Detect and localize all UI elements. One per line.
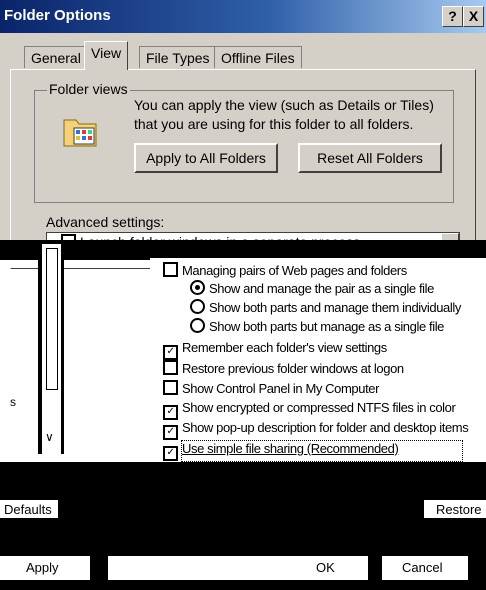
tab-offline-files[interactable]: Offline Files	[214, 46, 302, 68]
folder-icon	[62, 112, 102, 153]
reset-all-folders-button[interactable]: Reset All Folders	[298, 143, 442, 173]
tab-general[interactable]: General	[24, 46, 88, 68]
gap-slab	[108, 556, 300, 580]
radio-button[interactable]	[190, 280, 205, 295]
folder-views-legend: Folder views	[47, 81, 130, 97]
list-item[interactable]: ✓ Use simple file sharing (Recommended)	[163, 441, 399, 461]
checkbox[interactable]: ✓	[163, 446, 178, 461]
checkbox[interactable]: ✓	[163, 425, 178, 440]
title-bar: Folder Options ? X	[0, 0, 486, 33]
checkbox[interactable]	[163, 380, 178, 395]
list-item[interactable]: ✓ Show pop-up description for folder and …	[163, 420, 469, 440]
apply-button[interactable]: Apply	[26, 560, 59, 575]
list-item[interactable]: Show both parts but manage as a single f…	[190, 318, 444, 334]
apply-to-all-folders-button[interactable]: Apply to All Folders	[134, 143, 278, 173]
list-item[interactable]: ✓ Show encrypted or compressed NTFS files…	[163, 400, 456, 420]
advanced-settings-label: Advanced settings:	[46, 214, 165, 230]
chevron-down-icon[interactable]: ∨	[45, 430, 54, 444]
list-item[interactable]: Show both parts and manage them individu…	[190, 299, 461, 315]
restore-button[interactable]: Restore	[436, 502, 482, 517]
cancel-button[interactable]: Cancel	[402, 560, 442, 575]
left-fragment: s	[10, 395, 16, 409]
tab-view[interactable]: View	[84, 41, 129, 70]
folder-views-description: You can apply the view (such as Details …	[134, 97, 434, 132]
list-item[interactable]: Show Control Panel in My Computer	[163, 380, 379, 396]
radio-button[interactable]	[190, 299, 205, 314]
distortion-band	[0, 240, 486, 260]
scroll-thumb[interactable]	[46, 248, 58, 390]
folder-group-icon	[163, 262, 178, 277]
window-title: Folder Options	[4, 7, 111, 24]
restore-defaults-button[interactable]: Defaults	[4, 502, 52, 517]
help-button[interactable]: ?	[442, 6, 463, 27]
radio-button[interactable]	[190, 318, 205, 333]
list-item[interactable]: Managing pairs of Web pages and folders	[163, 262, 407, 278]
list-item[interactable]: Show and manage the pair as a single fil…	[190, 280, 434, 296]
checkbox[interactable]: ✓	[163, 345, 178, 360]
list-item[interactable]: ✓ Remember each folder's view settings	[163, 340, 387, 360]
list-item[interactable]: Restore previous folder windows at logon	[163, 360, 404, 376]
left-scroll-strip: ∨	[38, 244, 64, 454]
checkbox[interactable]: ✓	[163, 405, 178, 420]
checkbox[interactable]	[163, 360, 178, 375]
ok-button[interactable]: OK	[316, 560, 335, 575]
tab-file-types[interactable]: File Types	[139, 46, 217, 68]
close-button[interactable]: X	[463, 6, 484, 27]
